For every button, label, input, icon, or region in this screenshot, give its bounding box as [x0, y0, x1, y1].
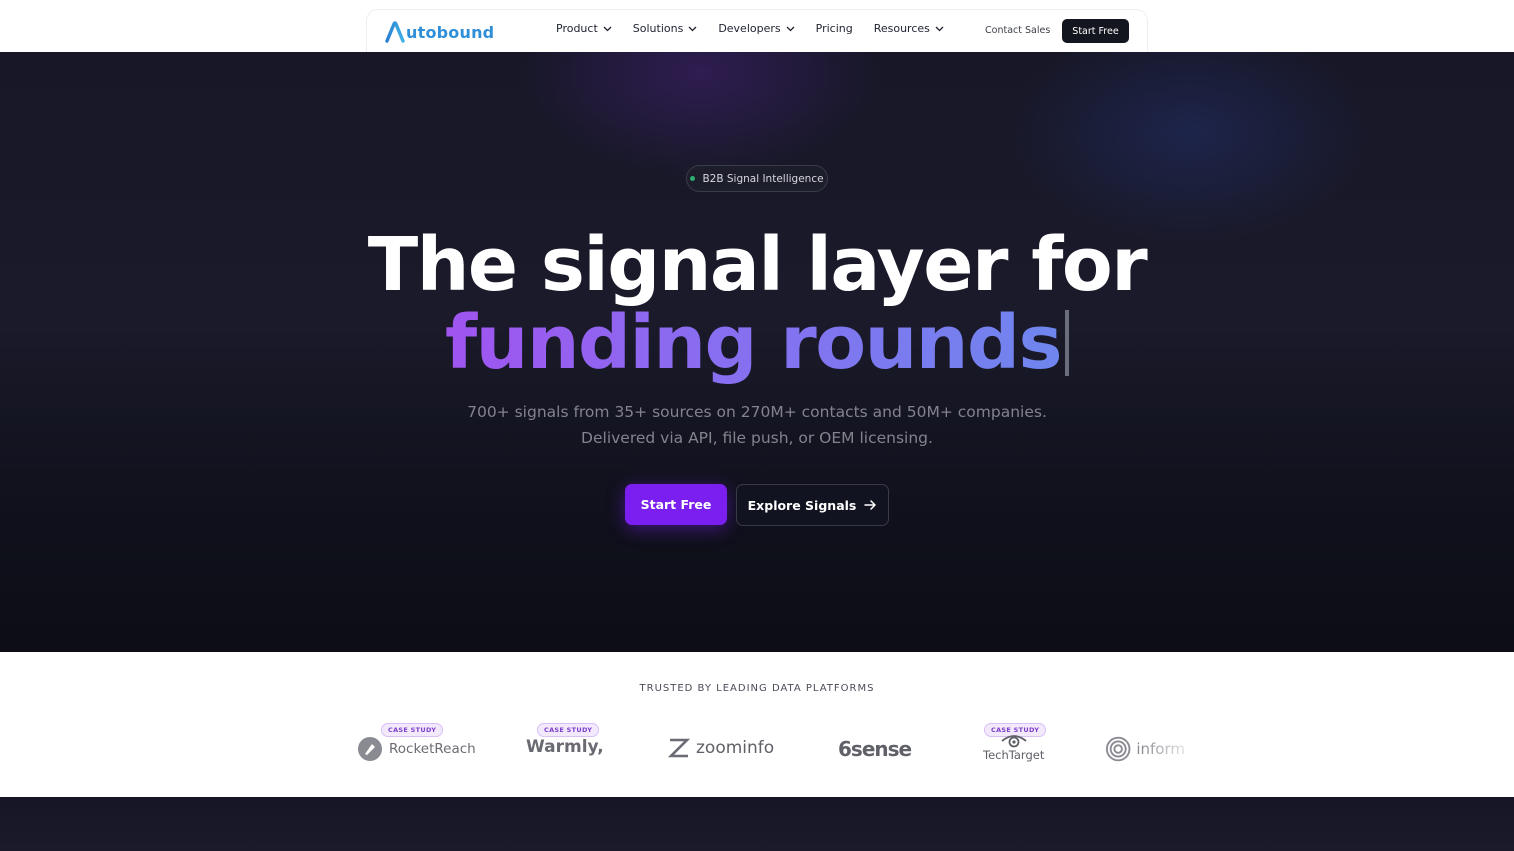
logo-label: 6sense — [838, 737, 912, 761]
autobound-logo[interactable]: utobound — [385, 20, 494, 44]
logo-warmly[interactable]: Warmly, — [526, 737, 604, 757]
logos-fade-overlay — [1140, 732, 1200, 772]
logo-zoominfo[interactable]: zoominfo — [668, 737, 774, 759]
nav-item-label: Resources — [873, 22, 930, 35]
hero-headline-line2: funding rounds — [0, 300, 1514, 386]
contact-sales-link[interactable]: Contact Sales — [985, 25, 1050, 36]
explore-signals-label: Explore Signals — [747, 497, 857, 513]
typing-cursor — [1065, 310, 1070, 376]
nav-item-product[interactable]: Product — [556, 22, 612, 35]
rings-icon — [1105, 736, 1131, 762]
hero-start-free-button[interactable]: Start Free — [625, 484, 727, 525]
hero-headline-highlight: funding rounds — [444, 300, 1063, 386]
chevron-down-icon — [786, 26, 795, 31]
trusted-heading: TRUSTED BY LEADING DATA PLATFORMS — [639, 683, 875, 694]
nav-start-free-button[interactable]: Start Free — [1062, 19, 1129, 43]
zoominfo-z-icon — [668, 738, 690, 758]
nav-item-resources[interactable]: Resources — [874, 22, 944, 35]
nav-item-label: Pricing — [815, 22, 853, 35]
hero-subtitle-line1: 700+ signals from 35+ sources on 270M+ c… — [467, 403, 1047, 421]
chevron-down-icon — [603, 26, 612, 31]
nav-item-label: Product — [556, 22, 598, 35]
logo-text: utobound — [406, 22, 495, 42]
logo-label: RocketReach — [389, 741, 476, 757]
eye-target-icon — [1001, 735, 1027, 748]
chevron-down-icon — [935, 26, 944, 31]
logo-label: zoominfo — [696, 738, 775, 758]
hero-subtitle-line2: Delivered via API, file push, or OEM lic… — [581, 429, 933, 447]
nav-item-solutions[interactable]: Solutions — [633, 22, 698, 35]
autobound-logo-mark-icon — [385, 21, 405, 43]
logo-label: Warmly, — [526, 737, 604, 757]
logo-6sense[interactable]: 6sense — [838, 737, 912, 761]
explore-signals-button[interactable]: Explore Signals — [736, 484, 889, 526]
status-dot-icon — [690, 176, 696, 181]
case-study-badge[interactable]: CASE STUDY — [381, 723, 444, 737]
hero-section: B2B Signal Intelligence The signal layer… — [0, 52, 1514, 652]
nav-item-label: Developers — [718, 22, 781, 35]
logo-techtarget[interactable]: TechTarget — [983, 734, 1044, 762]
case-study-badge[interactable]: CASE STUDY — [537, 723, 600, 737]
chevron-down-icon — [688, 26, 697, 31]
nav-links: Product Solutions Developers Pricing Res… — [556, 22, 965, 35]
hero-badge: B2B Signal Intelligence — [686, 165, 828, 192]
nav-item-label: Solutions — [632, 22, 684, 35]
logo-label: TechTarget — [983, 748, 1045, 762]
next-section-dark — [0, 797, 1514, 851]
arrow-right-icon — [864, 500, 877, 510]
nav-item-pricing[interactable]: Pricing — [816, 22, 853, 35]
nav-container: utobound Product Solutions Developers Pr… — [366, 9, 1148, 52]
trusted-logos-section: TRUSTED BY LEADING DATA PLATFORMS CASE S… — [0, 652, 1514, 797]
rocket-icon — [358, 737, 382, 761]
hero-headline-line1: The signal layer for — [367, 222, 1148, 308]
nav-item-developers[interactable]: Developers — [718, 22, 795, 35]
hero-badge-label: B2B Signal Intelligence — [702, 172, 824, 185]
logo-rocketreach[interactable]: RocketReach — [357, 736, 476, 762]
